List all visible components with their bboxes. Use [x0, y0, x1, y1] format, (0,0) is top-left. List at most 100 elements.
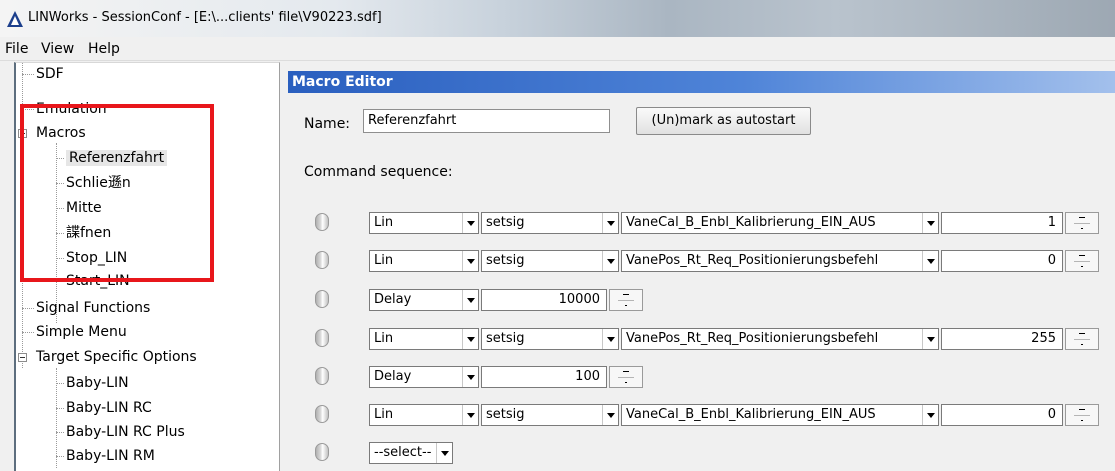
decrement-icon[interactable] — [1081, 420, 1083, 421]
increment-icon[interactable] — [1079, 255, 1085, 256]
tree-item-label: Baby-LIN RC — [66, 400, 152, 416]
tree-item-label: Baby-LIN — [66, 375, 129, 391]
collapse-icon[interactable] — [18, 353, 27, 362]
title-bar: LINWorks - SessionConf - [E:\...clients'… — [0, 0, 1115, 37]
signal-select[interactable]: VaneCal_B_Enbl_Kalibrierung_EIN_AUS — [621, 212, 939, 234]
chevron-down-icon[interactable] — [922, 329, 938, 349]
chevron-down-icon[interactable] — [922, 405, 938, 425]
decrement-icon[interactable] — [1081, 344, 1083, 345]
menu-file[interactable]: File — [5, 41, 28, 57]
command-type-select[interactable]: Lin — [369, 250, 479, 272]
chevron-down-icon[interactable] — [602, 213, 618, 233]
autostart-toggle-button[interactable]: (Un)mark as autostart — [636, 107, 811, 135]
delay-value-input[interactable]: 10000 — [481, 289, 607, 311]
decrement-icon[interactable] — [1081, 266, 1083, 267]
value-input[interactable]: 1 — [941, 212, 1063, 234]
value-spinner[interactable] — [1065, 328, 1099, 350]
value-input[interactable]: 255 — [941, 328, 1063, 350]
tree-item-simple-menu[interactable]: Simple Menu — [22, 321, 127, 343]
menu-view[interactable]: View — [41, 41, 74, 57]
tree-item-baby-lin-rc[interactable]: Baby-LIN RC — [56, 397, 152, 419]
window-title: LINWorks - SessionConf - [E:\...clients'… — [28, 10, 382, 25]
chevron-down-icon[interactable] — [462, 290, 478, 310]
command-type-value: Delay — [374, 292, 412, 307]
increment-icon[interactable] — [623, 371, 629, 372]
tree-item-label: Signal Functions — [36, 300, 151, 316]
increment-icon[interactable] — [1079, 217, 1085, 218]
delay-spinner[interactable] — [609, 366, 643, 388]
signal-select[interactable]: VaneCal_B_Enbl_Kalibrierung_EIN_AUS — [621, 404, 939, 426]
drag-handle-icon[interactable] — [315, 405, 329, 423]
command-type-select[interactable]: --select-- — [369, 442, 453, 464]
tree-item-label: Simple Menu — [36, 324, 127, 340]
chevron-down-icon[interactable] — [436, 443, 452, 463]
command-type-select[interactable]: Lin — [369, 404, 479, 426]
drag-handle-icon[interactable] — [315, 443, 329, 461]
command-action-select[interactable]: setsig — [481, 250, 619, 272]
tree-item-baby-lin-rc-plus[interactable]: Baby-LIN RC Plus — [56, 421, 185, 443]
drag-handle-icon[interactable] — [315, 213, 329, 231]
command-type-value: Lin — [374, 407, 394, 422]
value-spinner[interactable] — [1065, 212, 1099, 234]
signal-select[interactable]: VanePos_Rt_Req_Positionierungsbefehl — [621, 250, 939, 272]
command-type-value: Lin — [374, 253, 394, 268]
command-action-select[interactable]: setsig — [481, 404, 619, 426]
command-type-value: Delay — [374, 369, 412, 384]
chevron-down-icon[interactable] — [462, 405, 478, 425]
drag-handle-icon[interactable] — [315, 329, 329, 347]
command-type-select[interactable]: Delay — [369, 366, 479, 388]
decrement-icon[interactable] — [625, 382, 627, 383]
delay-value-input[interactable]: 100 — [481, 366, 607, 388]
command-action-value: setsig — [486, 407, 525, 422]
drag-handle-icon[interactable] — [315, 251, 329, 269]
chevron-down-icon[interactable] — [602, 405, 618, 425]
drag-handle-icon[interactable] — [315, 290, 329, 308]
signal-value: VanePos_Rt_Req_Positionierungsbefehl — [626, 331, 879, 346]
value-input[interactable]: 0 — [941, 250, 1063, 272]
command-type-value: Lin — [374, 331, 394, 346]
tree-item-baby-lin-rm[interactable]: Baby-LIN RM — [56, 445, 155, 467]
chevron-down-icon[interactable] — [462, 367, 478, 387]
command-type-value: Lin — [374, 215, 394, 230]
chevron-down-icon[interactable] — [462, 329, 478, 349]
name-label: Name: — [304, 116, 351, 132]
menu-help[interactable]: Help — [88, 41, 120, 57]
chevron-down-icon[interactable] — [462, 251, 478, 271]
delay-spinner[interactable] — [609, 289, 643, 311]
tree-item-target-specific-options[interactable]: Target Specific Options — [18, 346, 197, 368]
macro-name-input[interactable]: Referenzfahrt — [363, 109, 610, 133]
signal-value: VanePos_Rt_Req_Positionierungsbefehl — [626, 253, 879, 268]
increment-icon[interactable] — [623, 294, 629, 295]
annotation-highlight-box — [20, 104, 214, 282]
tree-item-label: Target Specific Options — [36, 349, 197, 365]
tree-item-baby-lin[interactable]: Baby-LIN — [56, 372, 129, 394]
macro-editor-header: Macro Editor — [288, 71, 1115, 93]
command-action-select[interactable]: setsig — [481, 328, 619, 350]
menu-bar: File View Help — [0, 37, 1115, 61]
command-type-value: --select-- — [374, 445, 432, 460]
decrement-icon[interactable] — [1081, 228, 1083, 229]
command-sequence-label: Command sequence: — [304, 164, 453, 180]
increment-icon[interactable] — [1079, 409, 1085, 410]
signal-value: VaneCal_B_Enbl_Kalibrierung_EIN_AUS — [626, 407, 876, 422]
chevron-down-icon[interactable] — [602, 251, 618, 271]
chevron-down-icon[interactable] — [462, 213, 478, 233]
drag-handle-icon[interactable] — [315, 367, 329, 385]
command-type-select[interactable]: Delay — [369, 289, 479, 311]
tree-item-sdf[interactable]: SDF — [22, 63, 64, 85]
chevron-down-icon[interactable] — [922, 251, 938, 271]
tree-item-label: SDF — [36, 66, 64, 82]
value-spinner[interactable] — [1065, 250, 1099, 272]
command-type-select[interactable]: Lin — [369, 328, 479, 350]
increment-icon[interactable] — [1079, 333, 1085, 334]
chevron-down-icon[interactable] — [602, 329, 618, 349]
signal-select[interactable]: VanePos_Rt_Req_Positionierungsbefehl — [621, 328, 939, 350]
value-spinner[interactable] — [1065, 404, 1099, 426]
command-action-select[interactable]: setsig — [481, 212, 619, 234]
decrement-icon[interactable] — [625, 305, 627, 306]
command-type-select[interactable]: Lin — [369, 212, 479, 234]
chevron-down-icon[interactable] — [922, 213, 938, 233]
tree-item-signal-functions[interactable]: Signal Functions — [22, 297, 150, 319]
value-input[interactable]: 0 — [941, 404, 1063, 426]
linworks-logo-icon — [7, 11, 23, 27]
